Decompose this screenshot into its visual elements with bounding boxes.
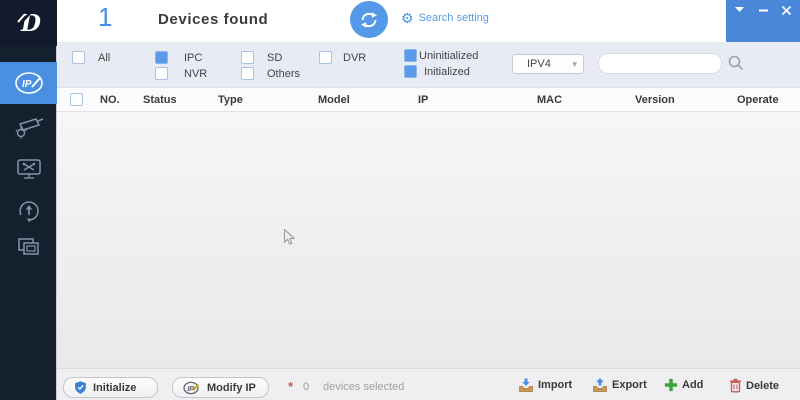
window-menu-button[interactable] [735,4,744,16]
export-label: Export [612,379,647,391]
import-tray-icon [519,378,533,392]
delete-button[interactable]: Delete [729,378,779,393]
checkbox-initialized[interactable] [404,65,417,78]
import-label: Import [538,379,573,391]
sidebar-item-maintenance[interactable] [0,148,57,190]
shield-icon [75,381,86,394]
selected-asterisk: * [288,379,294,394]
refresh-icon [361,11,377,28]
monitor-tools-icon [16,159,41,179]
search-button[interactable] [727,54,745,77]
dahua-logo-icon: D [16,10,41,37]
minus-icon [758,9,768,11]
chevron-down-icon [735,7,744,12]
close-icon [782,5,791,15]
checkbox-nvr[interactable] [155,67,168,80]
trash-icon [730,378,741,393]
filter-label-dvr: DVR [343,52,367,64]
filter-label-ipc: IPC [184,52,203,64]
filter-label-nvr: NVR [184,68,208,80]
initialize-button[interactable]: Initialize [63,377,158,398]
filter-label-all: All [98,52,111,64]
checkbox-ipc[interactable] [155,51,168,64]
selected-label: devices selected [323,381,405,393]
page-title: Devices found [158,11,269,28]
search-icon [728,55,744,71]
filter-bar: All IPC NVR SD Others DVR Uninitialized … [57,42,800,88]
mouse-cursor [283,228,297,252]
footer-bar: Initialize IP Modify IP * 0 devices sele… [57,368,800,400]
selected-count: 0 [303,381,310,393]
upgrade-arrow-icon [18,201,39,223]
checkbox-uninitialized[interactable] [404,49,417,62]
ip-version-select[interactable]: IPV4 ▾ [512,54,584,74]
sidebar-item-device-config[interactable] [0,106,57,148]
refresh-button[interactable] [350,1,388,38]
ip-pencil-icon: IP [14,72,43,94]
filter-label-sd: SD [267,52,283,64]
camera-gear-icon [14,118,43,139]
column-mac: MAC [537,94,563,106]
sidebar-item-batch-config[interactable] [0,226,57,268]
column-type: Type [218,94,243,106]
chevron-down-icon: ▾ [572,58,577,69]
app-logo: D [0,0,57,46]
column-status: Status [143,94,177,106]
select-all-checkbox[interactable] [70,93,83,106]
column-version: Version [635,94,675,106]
ip-version-value: IPV4 [527,58,551,70]
checkbox-dvr[interactable] [319,51,332,64]
modify-ip-label: Modify IP [207,381,256,394]
sidebar-item-modify-ip[interactable]: IP [0,62,57,104]
column-ip: IP [418,94,429,106]
checkbox-others[interactable] [241,67,254,80]
window-controls [726,0,800,44]
device-table-body[interactable] [57,112,800,368]
svg-text:IP: IP [22,79,32,90]
gear-icon: ⚙ [401,10,414,26]
config-tool-window: D IP 1 Devices found ⚙ Search setting Al… [0,0,800,400]
close-button[interactable] [782,4,791,16]
filter-label-uninitialized: Uninitialized [419,50,479,62]
search-input[interactable] [598,53,722,74]
minimize-button[interactable] [758,4,768,16]
search-setting-label: Search setting [418,12,489,24]
checkbox-all[interactable] [72,51,85,64]
column-model: Model [318,94,350,106]
filter-label-initialized: Initialized [424,66,470,78]
modify-ip-button[interactable]: IP Modify IP [172,377,269,398]
sidebar: D IP [0,0,57,400]
column-operate: Operate [737,94,779,106]
import-button[interactable]: Import [518,378,572,392]
add-label: Add [682,379,704,391]
delete-label: Delete [746,379,780,392]
search-setting-button[interactable]: ⚙ Search setting [401,11,489,25]
device-count: 1 [98,2,113,32]
table-header: NO. Status Type Model IP MAC Version Ope… [57,88,800,112]
add-button[interactable]: Add [664,378,703,392]
export-tray-icon [593,378,607,392]
layered-windows-icon [17,238,39,255]
cursor-arrow-icon [283,228,296,245]
initialize-label: Initialize [93,381,137,394]
column-no: NO. [100,94,120,106]
ip-pencil-icon: IP [183,381,200,394]
plus-icon [664,378,678,392]
export-button[interactable]: Export [592,378,647,392]
header-bar: 1 Devices found ⚙ Search setting [57,0,800,44]
filter-label-others: Others [267,68,301,80]
checkbox-sd[interactable] [241,51,254,64]
